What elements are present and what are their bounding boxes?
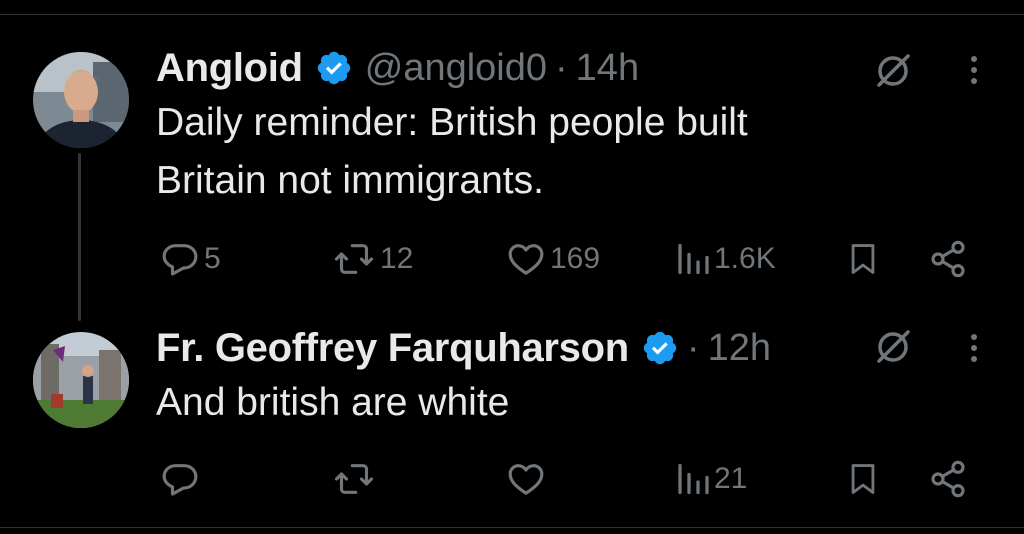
repost-icon	[334, 244, 374, 274]
avatar-angloid[interactable]	[33, 52, 129, 148]
like-button[interactable]	[506, 454, 550, 504]
display-name[interactable]: Fr. Geoffrey Farquharson	[156, 326, 629, 371]
repost-button[interactable]: 12	[332, 234, 413, 284]
views-icon	[678, 243, 709, 275]
bookmark-button[interactable]	[846, 234, 880, 284]
like-count: 169	[550, 242, 601, 275]
tweet-header: Angloid @angloid0 · 14h	[156, 38, 639, 98]
reply-button[interactable]: 5	[160, 234, 221, 284]
views-button[interactable]: 1.6K	[674, 234, 776, 284]
like-button[interactable]: 169	[506, 234, 600, 284]
views-icon	[678, 463, 709, 495]
more-icon[interactable]	[964, 52, 984, 92]
thread-connector-line	[78, 153, 81, 321]
share-icon	[931, 460, 965, 498]
top-divider	[0, 14, 1024, 15]
tweet-text-line: Daily reminder: British people built	[156, 101, 748, 144]
like-icon	[508, 464, 544, 495]
more-icon[interactable]	[964, 330, 984, 370]
timestamp[interactable]: 12h	[708, 327, 771, 370]
verified-badge-icon	[317, 51, 350, 85]
tweet-text: And british are white	[156, 374, 509, 432]
views-button[interactable]: 21	[674, 454, 747, 504]
tweet-actions: 21	[156, 454, 996, 504]
reply-count: 5	[204, 242, 221, 275]
verified-badge-icon	[643, 331, 677, 365]
bookmark-button[interactable]	[846, 454, 880, 504]
dot-separator: ·	[555, 46, 568, 89]
reply-icon	[162, 464, 198, 496]
view-count: 21	[714, 462, 748, 495]
timestamp[interactable]: 14h	[576, 47, 639, 90]
display-name[interactable]: Angloid	[156, 46, 303, 91]
avatar-geoffrey[interactable]	[33, 332, 129, 428]
repost-button[interactable]	[332, 454, 380, 504]
tweet-text: Daily reminder: British people built Bri…	[156, 94, 748, 210]
share-icon	[931, 240, 965, 278]
reply-icon	[162, 244, 198, 276]
tweet-header: Fr. Geoffrey Farquharson · 12h	[156, 318, 771, 378]
like-icon	[508, 244, 544, 275]
grok-icon[interactable]	[874, 52, 912, 90]
repost-count: 12	[380, 242, 414, 275]
tweet-text-line: Britain not immigrants.	[156, 159, 544, 202]
view-count: 1.6K	[714, 242, 776, 275]
share-button[interactable]	[928, 234, 968, 284]
dot-separator: ·	[686, 326, 700, 369]
user-handle[interactable]: @angloid0	[365, 47, 547, 90]
tweet-text-line: And british are white	[156, 381, 510, 424]
reply-button[interactable]	[160, 454, 204, 504]
bookmark-icon	[851, 464, 875, 494]
grok-icon[interactable]	[874, 328, 912, 366]
repost-icon	[334, 464, 374, 494]
share-button[interactable]	[928, 454, 968, 504]
bottom-divider	[0, 527, 1024, 528]
tweet-actions: 5 12 169 1.6K	[156, 234, 996, 284]
bookmark-icon	[851, 244, 875, 274]
